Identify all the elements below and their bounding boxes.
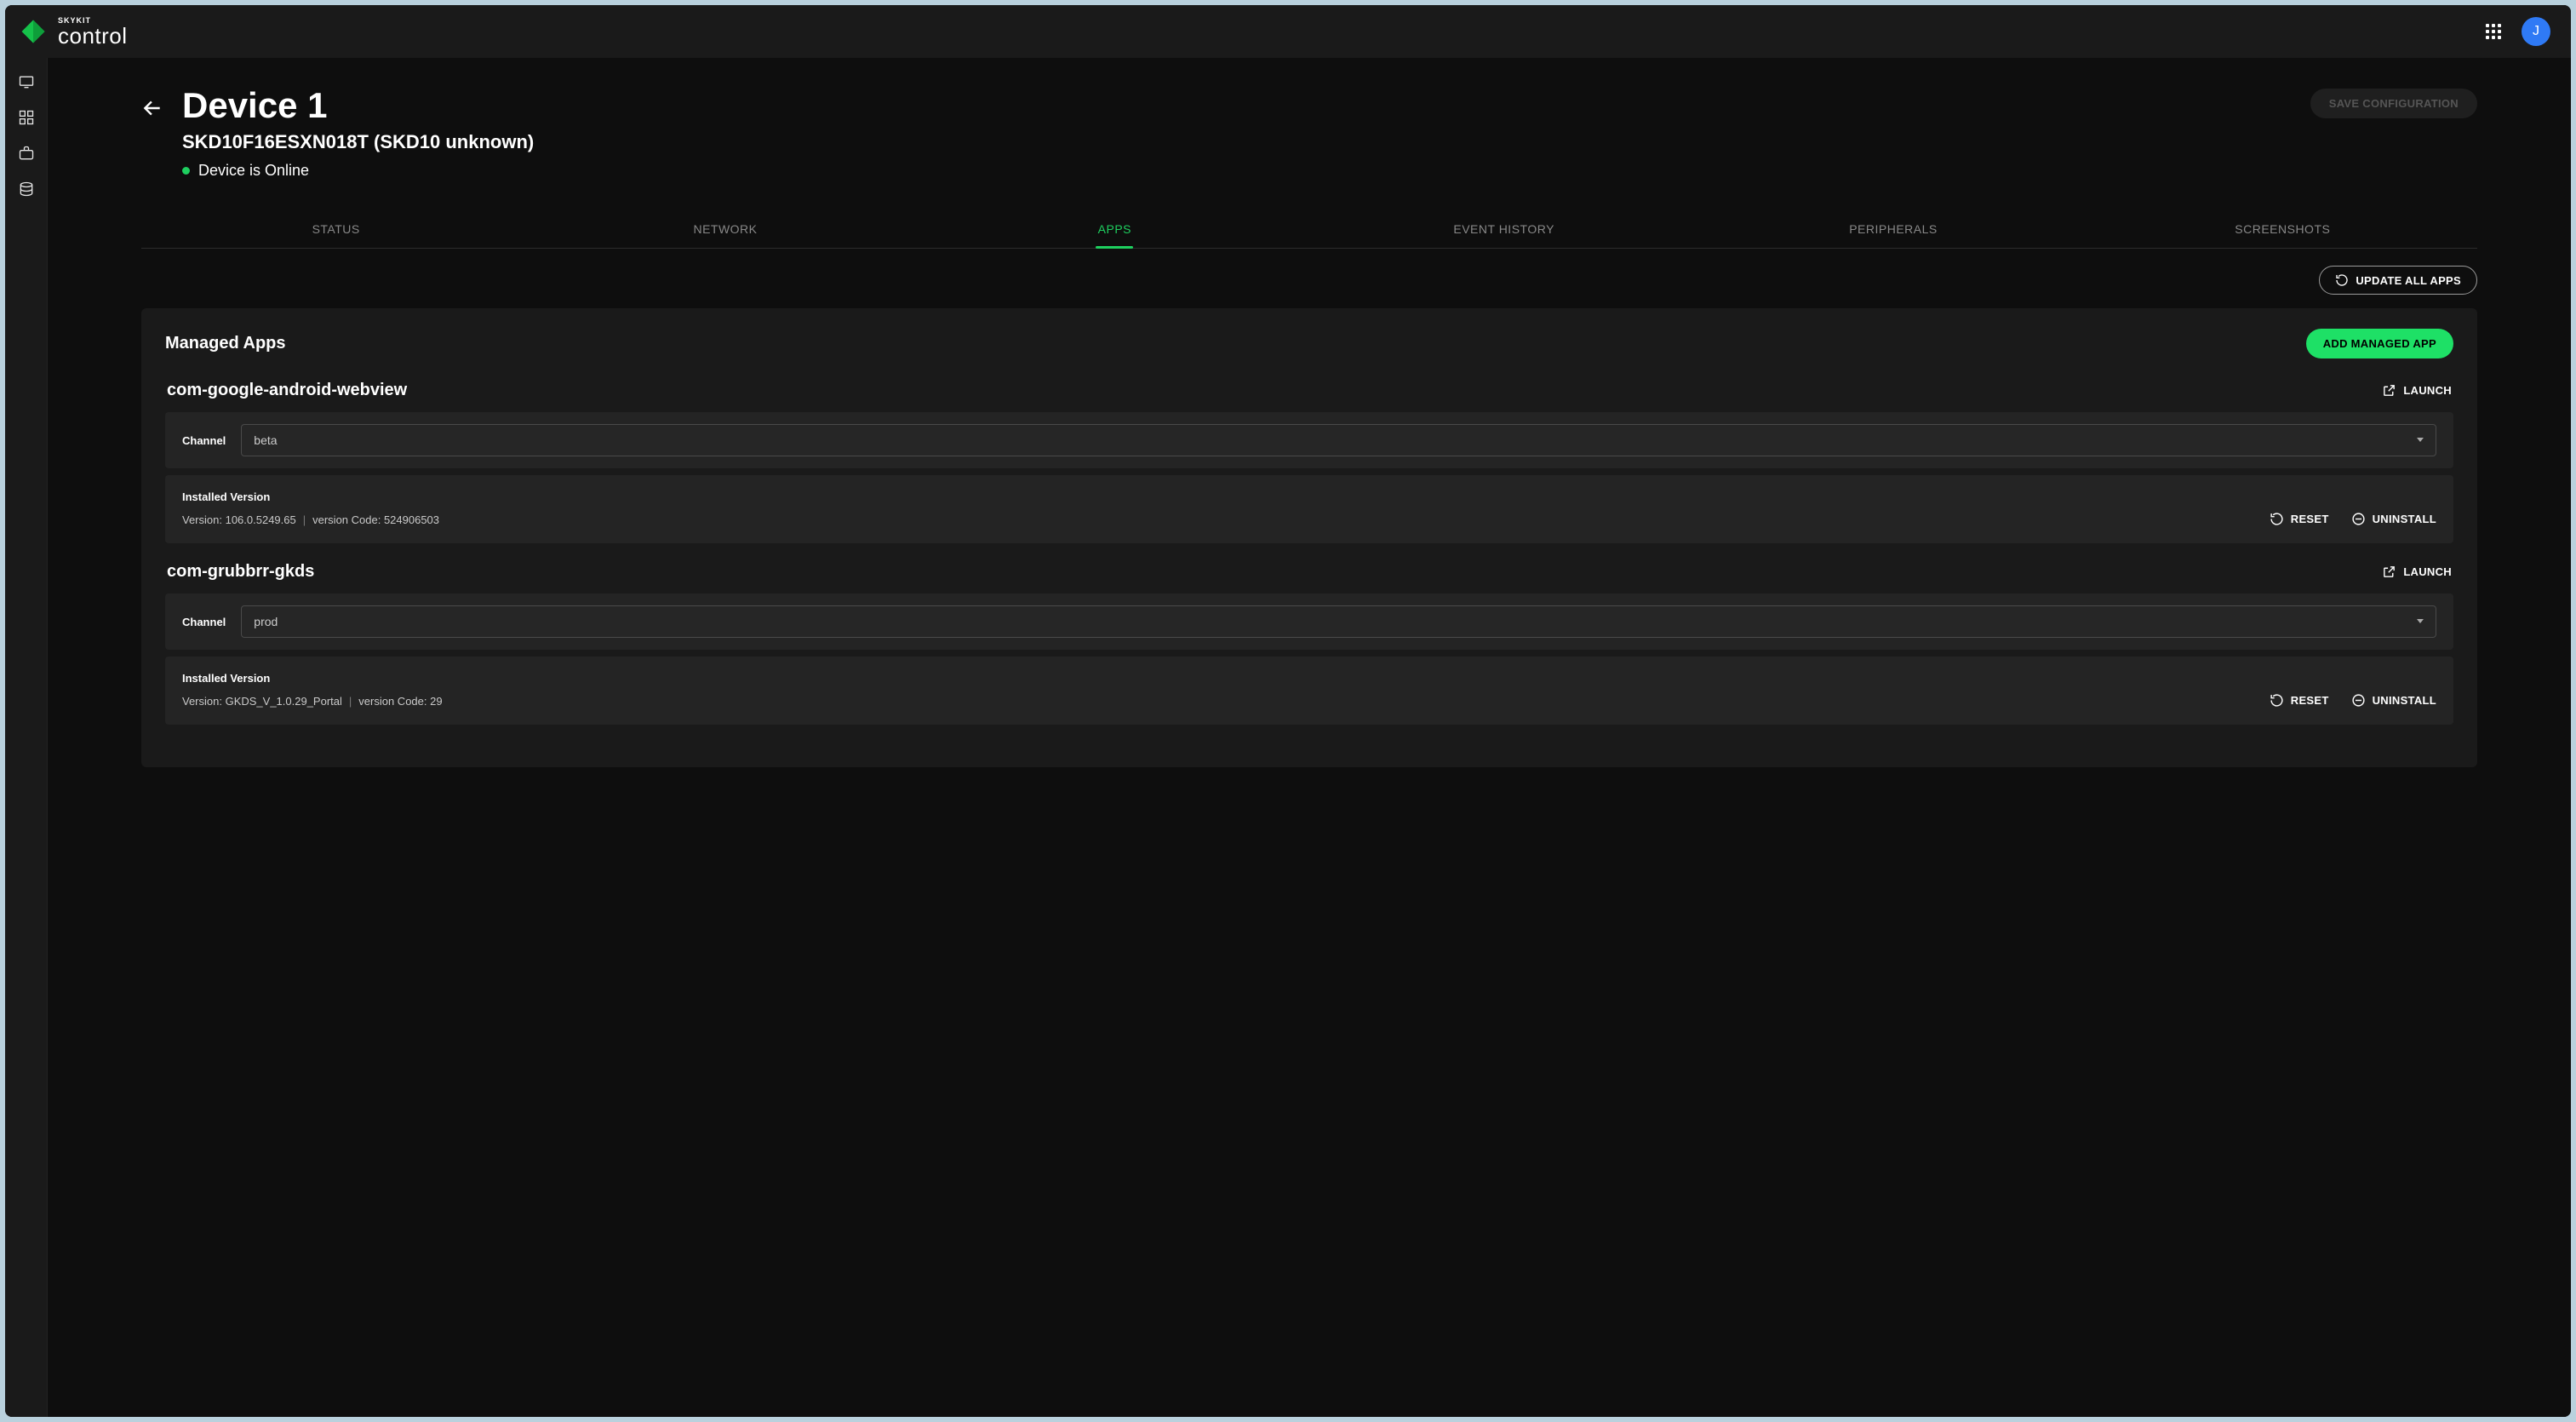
topbar: SKYKIT control J: [5, 5, 2571, 58]
reset-label: RESET: [2291, 513, 2329, 525]
save-configuration-button[interactable]: SAVE CONFIGURATION: [2310, 89, 2477, 118]
uninstall-label: UNINSTALL: [2373, 513, 2436, 525]
channel-row: Channel beta: [165, 412, 2453, 468]
row-actions: RESET UNINSTALL: [2270, 512, 2436, 526]
page-header: Device 1 SKD10F16ESXN018T (SKD10 unknown…: [141, 85, 2477, 180]
reset-button[interactable]: RESET: [2270, 512, 2329, 526]
sidebar-item-briefcase[interactable]: [18, 145, 35, 162]
tab-apps[interactable]: APPS: [920, 212, 1309, 248]
apps-grid-icon[interactable]: [2486, 24, 2501, 39]
update-all-label: UPDATE ALL APPS: [2356, 274, 2461, 287]
installed-version-label: Installed Version: [182, 490, 439, 503]
reset-icon: [2270, 693, 2284, 708]
uninstall-icon: [2351, 693, 2366, 708]
status-dot-icon: [182, 167, 190, 175]
tab-peripherals[interactable]: PERIPHERALS: [1698, 212, 2087, 248]
tab-network[interactable]: NETWORK: [530, 212, 919, 248]
version-info: Installed Version Version: GKDS_V_1.0.29…: [182, 672, 443, 708]
app-body: Device 1 SKD10F16ESXN018T (SKD10 unknown…: [5, 58, 2571, 1417]
brand: SKYKIT control: [20, 17, 128, 47]
brand-name: control: [58, 25, 128, 47]
page-subtitle: SKD10F16ESXN018T (SKD10 unknown): [182, 131, 2292, 153]
app-card: com-grubbrr-gkds LAUNCH Channel prod Ins…: [165, 562, 2453, 725]
channel-value: prod: [254, 615, 278, 628]
update-all-apps-button[interactable]: UPDATE ALL APPS: [2319, 266, 2477, 295]
reset-button[interactable]: RESET: [2270, 693, 2329, 708]
status-text: Device is Online: [198, 162, 309, 180]
topbar-right: J: [2486, 17, 2550, 46]
add-managed-app-button[interactable]: ADD MANAGED APP: [2306, 329, 2453, 358]
channel-select[interactable]: prod: [241, 605, 2436, 638]
version-text: Version: 106.0.5249.65|version Code: 524…: [182, 513, 439, 526]
launch-button[interactable]: LAUNCH: [2382, 565, 2452, 579]
launch-label: LAUNCH: [2403, 384, 2452, 397]
channel-label: Channel: [182, 434, 226, 447]
panel-title: Managed Apps: [165, 334, 286, 353]
uninstall-button[interactable]: UNINSTALL: [2351, 512, 2436, 526]
reset-icon: [2270, 512, 2284, 526]
avatar[interactable]: J: [2522, 17, 2550, 46]
channel-row: Channel prod: [165, 593, 2453, 650]
chevron-down-icon: [2415, 615, 2425, 628]
version-info: Installed Version Version: 106.0.5249.65…: [182, 490, 439, 526]
brand-text: SKYKIT control: [58, 17, 128, 47]
uninstall-icon: [2351, 512, 2366, 526]
status-line: Device is Online: [182, 162, 2292, 180]
version-text: Version: GKDS_V_1.0.29_Portal|version Co…: [182, 695, 443, 708]
chevron-down-icon: [2415, 433, 2425, 447]
title-block: Device 1 SKD10F16ESXN018T (SKD10 unknown…: [182, 85, 2292, 180]
uninstall-button[interactable]: UNINSTALL: [2351, 693, 2436, 708]
reset-label: RESET: [2291, 694, 2329, 707]
app-header: com-google-android-webview LAUNCH: [165, 381, 2453, 412]
brand-logo-icon: [20, 19, 46, 44]
back-arrow-icon[interactable]: [141, 97, 163, 123]
uninstall-label: UNINSTALL: [2373, 694, 2436, 707]
app-name: com-grubbrr-gkds: [167, 562, 314, 582]
channel-label: Channel: [182, 616, 226, 628]
launch-button[interactable]: LAUNCH: [2382, 383, 2452, 398]
tab-status[interactable]: STATUS: [141, 212, 530, 248]
app-window: SKYKIT control J: [5, 5, 2571, 1417]
version-row: Installed Version Version: GKDS_V_1.0.29…: [165, 657, 2453, 725]
tab-event-history[interactable]: EVENT HISTORY: [1309, 212, 1698, 248]
launch-icon: [2382, 383, 2396, 398]
channel-select[interactable]: beta: [241, 424, 2436, 456]
app-header: com-grubbrr-gkds LAUNCH: [165, 562, 2453, 593]
app-name: com-google-android-webview: [167, 381, 407, 400]
launch-icon: [2382, 565, 2396, 579]
sidebar: [5, 58, 48, 1417]
refresh-icon: [2335, 273, 2349, 287]
launch-label: LAUNCH: [2403, 565, 2452, 578]
page-title: Device 1: [182, 85, 2292, 126]
row-actions: RESET UNINSTALL: [2270, 693, 2436, 708]
panel-header: Managed Apps ADD MANAGED APP: [165, 329, 2453, 358]
sidebar-item-apps[interactable]: [18, 109, 35, 126]
sidebar-item-database[interactable]: [18, 181, 35, 198]
sidebar-item-display[interactable]: [18, 73, 35, 90]
app-card: com-google-android-webview LAUNCH Channe…: [165, 381, 2453, 543]
tab-screenshots[interactable]: SCREENSHOTS: [2088, 212, 2477, 248]
tabs: STATUSNETWORKAPPSEVENT HISTORYPERIPHERAL…: [141, 212, 2477, 249]
managed-apps-panel: Managed Apps ADD MANAGED APP com-google-…: [141, 308, 2477, 767]
channel-value: beta: [254, 433, 277, 447]
actions-row: UPDATE ALL APPS: [141, 266, 2477, 295]
version-row: Installed Version Version: 106.0.5249.65…: [165, 475, 2453, 543]
installed-version-label: Installed Version: [182, 672, 443, 685]
main-content: Device 1 SKD10F16ESXN018T (SKD10 unknown…: [48, 58, 2571, 1417]
